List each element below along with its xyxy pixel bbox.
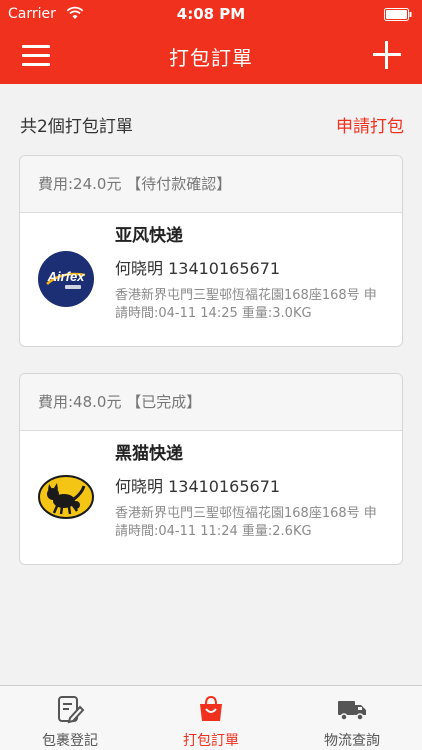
order-summary: 共2個打包訂單 申請打包 [20,110,404,138]
battery-icon [384,8,412,21]
fee-status: 費用:24.0元 【待付款確認】 [20,156,402,213]
black-cat-logo-icon [38,475,94,519]
apply-packing-button[interactable]: 申請打包 [336,112,404,137]
tab-packing-orders[interactable]: 打包訂單 [141,686,281,750]
tab-label: 物流查詢 [324,733,380,749]
address-detail: 香港新界屯門三聖邨恆福花園168座168号 申請時間:04-11 11:24 重… [115,506,377,539]
courier-name: 亚风快递 [115,226,183,246]
address-detail: 香港新界屯門三聖邨恆福花園168座168号 申請時間:04-11 14:25 重… [115,288,377,321]
nav-bar: 打包訂單 [0,30,422,84]
recipient-info: 何晓明 13410165671 [115,477,281,496]
order-details[interactable]: Airfex 亚风快递 何晓明 13410165671 香港新界屯門三聖邨恆福花… [20,213,402,346]
page-title: 打包訂單 [169,46,253,70]
tab-label: 包裹登記 [42,733,98,749]
airfex-logo-icon: Airfex [38,251,94,307]
clock: 4:08 PM [176,5,246,23]
airfex-logo-text: Airfex [47,269,86,284]
add-order-button[interactable] [372,40,402,70]
order-card[interactable]: 費用:24.0元 【待付款確認】 Airfex 亚风快递 何晓明 1341016… [19,155,403,347]
truck-icon [338,701,366,721]
order-card[interactable]: 費用:48.0元 【已完成】 黑猫快递 何晓明 13410165671 香港新界… [19,373,403,565]
shopping-bag-icon [200,695,222,721]
form-edit-icon [58,696,85,724]
tab-logistics-tracking[interactable]: 物流查詢 [282,686,422,750]
tab-package-register[interactable]: 包裹登記 [0,686,140,750]
order-details[interactable]: 黑猫快递 何晓明 13410165671 香港新界屯門三聖邨恆福花園168座16… [20,431,402,564]
recipient-info: 何晓明 13410165671 [115,259,281,278]
header: Carrier 4:08 PM 打包訂單 [0,0,422,84]
fee-status: 費用:48.0元 【已完成】 [20,374,402,431]
tab-label: 打包訂單 [183,733,239,749]
tab-bar: 包裹登記 打包訂單 物流查詢 [0,685,422,750]
status-bar: Carrier 4:08 PM [0,0,422,30]
courier-name: 黑猫快递 [115,444,183,464]
order-count: 共2個打包訂單 [20,117,133,137]
